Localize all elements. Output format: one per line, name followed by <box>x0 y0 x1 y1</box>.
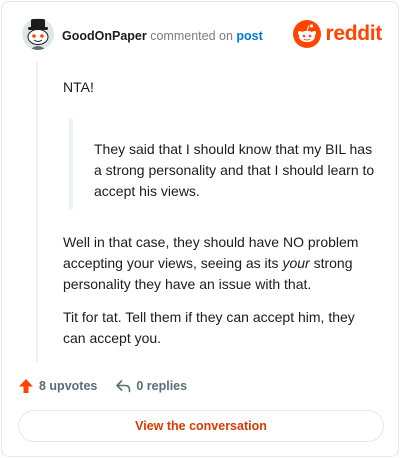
reddit-wordmark: reddit <box>325 22 382 45</box>
comment-stats: 8 upvotes 0 replies <box>18 376 205 396</box>
view-conversation-button[interactable]: View the conversation <box>18 410 384 442</box>
comment-header: GoodOnPaper commented on post reddit <box>18 16 384 56</box>
comment-meta: GoodOnPaper commented on post <box>62 28 263 44</box>
upvote-arrow-icon <box>19 379 33 393</box>
comment-opening: NTA! <box>63 79 94 95</box>
upvote-count: 8 upvotes <box>39 379 98 393</box>
view-conversation-label: View the conversation <box>135 419 267 433</box>
thread-line <box>36 62 38 362</box>
paragraph2-emphasis: your <box>282 255 310 271</box>
author-name[interactable]: GoodOnPaper <box>62 29 147 43</box>
comment-quote: They said that I should know that my BIL… <box>69 119 378 209</box>
reply-count: 0 replies <box>136 379 188 393</box>
reply-arrow-icon <box>116 380 131 393</box>
comment-paragraph-3: Tit for tat. Tell them if they can accep… <box>63 309 355 346</box>
reply-stat[interactable]: 0 replies <box>115 378 187 394</box>
comment-embed-card: GoodOnPaper commented on post reddit NTA… <box>1 1 399 457</box>
reddit-alien-icon <box>293 20 322 48</box>
reddit-logo[interactable]: reddit <box>293 20 382 48</box>
post-link[interactable]: post <box>236 29 262 43</box>
meta-verb: commented on <box>150 29 233 43</box>
quote-text: They said that I should know that my BIL… <box>94 141 375 199</box>
upvote-stat[interactable]: 8 upvotes <box>18 378 97 394</box>
user-avatar[interactable] <box>22 18 54 50</box>
comment-paragraph-2: Well in that case, they should have NO p… <box>63 232 378 295</box>
comment-body: NTA! They said that I should know that m… <box>63 72 378 349</box>
